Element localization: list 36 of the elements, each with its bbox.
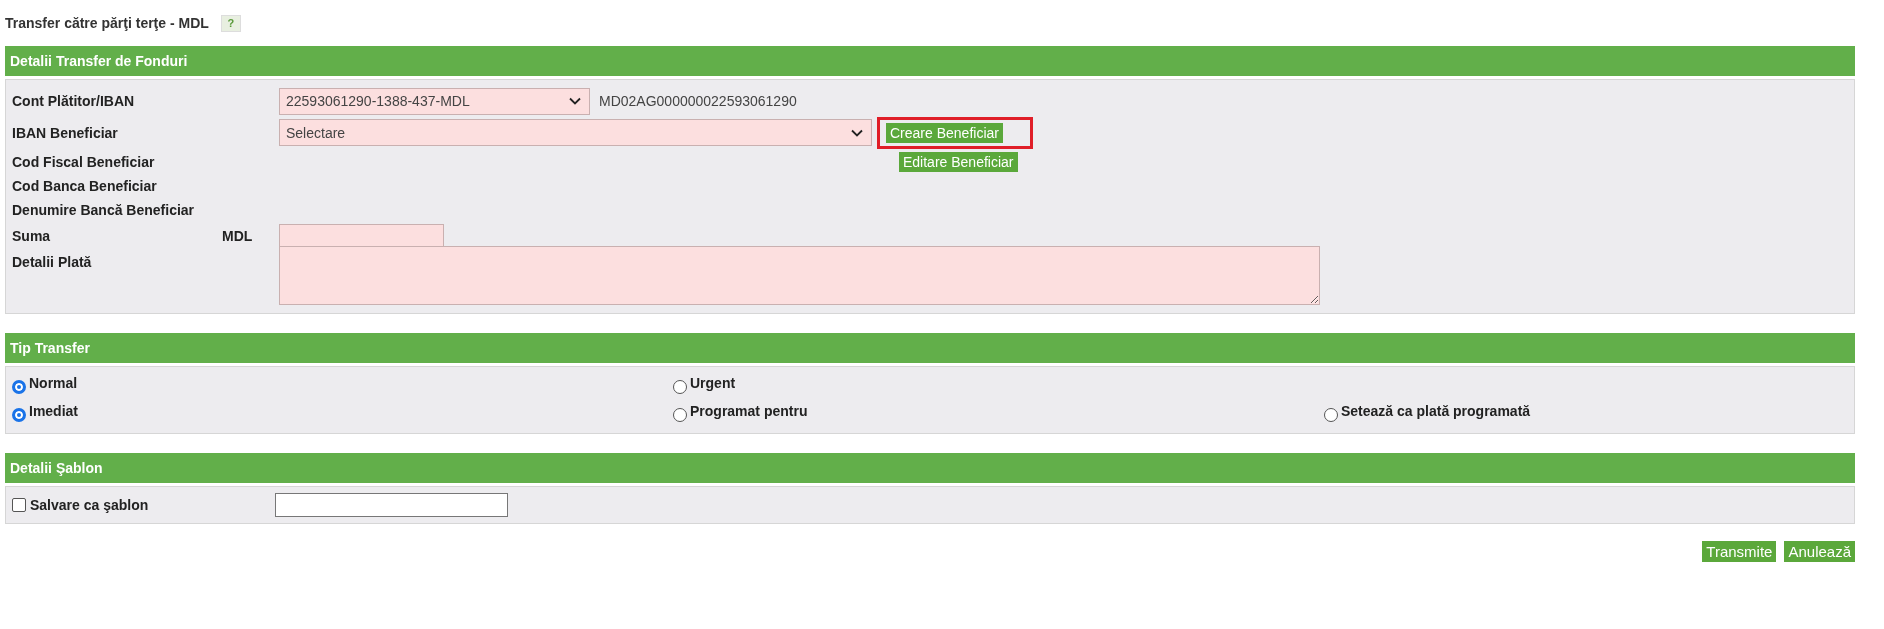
- page-title: Transfer către părţi terţe - MDL: [5, 15, 209, 31]
- iban-text: MD02AG000000022593061290: [599, 93, 797, 109]
- field-label: Denumire Bancă Beneficiar: [12, 202, 196, 218]
- amount-input[interactable]: [279, 223, 444, 249]
- radio-label: Normal: [29, 375, 78, 393]
- section-header: Tip Transfer: [5, 333, 1855, 363]
- section-header: Detalii Şablon: [5, 453, 1855, 483]
- edit-beneficiary-button[interactable]: Editare Beneficiar: [899, 151, 1018, 172]
- chevron-down-icon: [569, 97, 581, 105]
- radio-label: Programat pentru: [690, 403, 808, 421]
- radio-label: Imediat: [29, 403, 78, 421]
- chevron-down-icon: [851, 128, 863, 137]
- radio-label: Setează ca plată programată: [1341, 403, 1531, 421]
- radio-button[interactable]: [12, 408, 26, 422]
- section-header: Detalii Transfer de Fonduri: [5, 46, 1855, 76]
- checkbox-label: Salvare ca şablon: [30, 497, 150, 513]
- currency-label: MDL: [222, 228, 254, 244]
- template-name-input[interactable]: [275, 493, 508, 517]
- radio-button[interactable]: [673, 380, 687, 394]
- field-label: Cod Fiscal Beneficiar: [12, 153, 156, 170]
- create-beneficiary-button[interactable]: Creare Beneficiar: [886, 122, 1003, 143]
- help-button[interactable]: ?: [220, 14, 241, 32]
- field-label: Cod Banca Beneficiar: [12, 178, 158, 194]
- radio-label: Urgent: [690, 375, 736, 393]
- radio-button[interactable]: [1324, 408, 1338, 422]
- field-label: IBAN Beneficiar: [12, 124, 119, 141]
- action-button[interactable]: Transmite: [1702, 541, 1777, 562]
- field-label: Cont Plătitor/IBAN: [12, 93, 136, 109]
- field-label: Suma: [12, 228, 52, 244]
- account-select[interactable]: 22593061290-1388-437-MDL: [279, 87, 590, 115]
- radio-button[interactable]: [673, 408, 687, 422]
- field-label: Detalii Plată: [12, 254, 93, 270]
- radio-button[interactable]: [12, 380, 26, 394]
- checkbox[interactable]: [12, 498, 26, 512]
- beneficiary-select[interactable]: Selectare: [279, 119, 872, 146]
- action-button[interactable]: Anulează: [1784, 541, 1855, 562]
